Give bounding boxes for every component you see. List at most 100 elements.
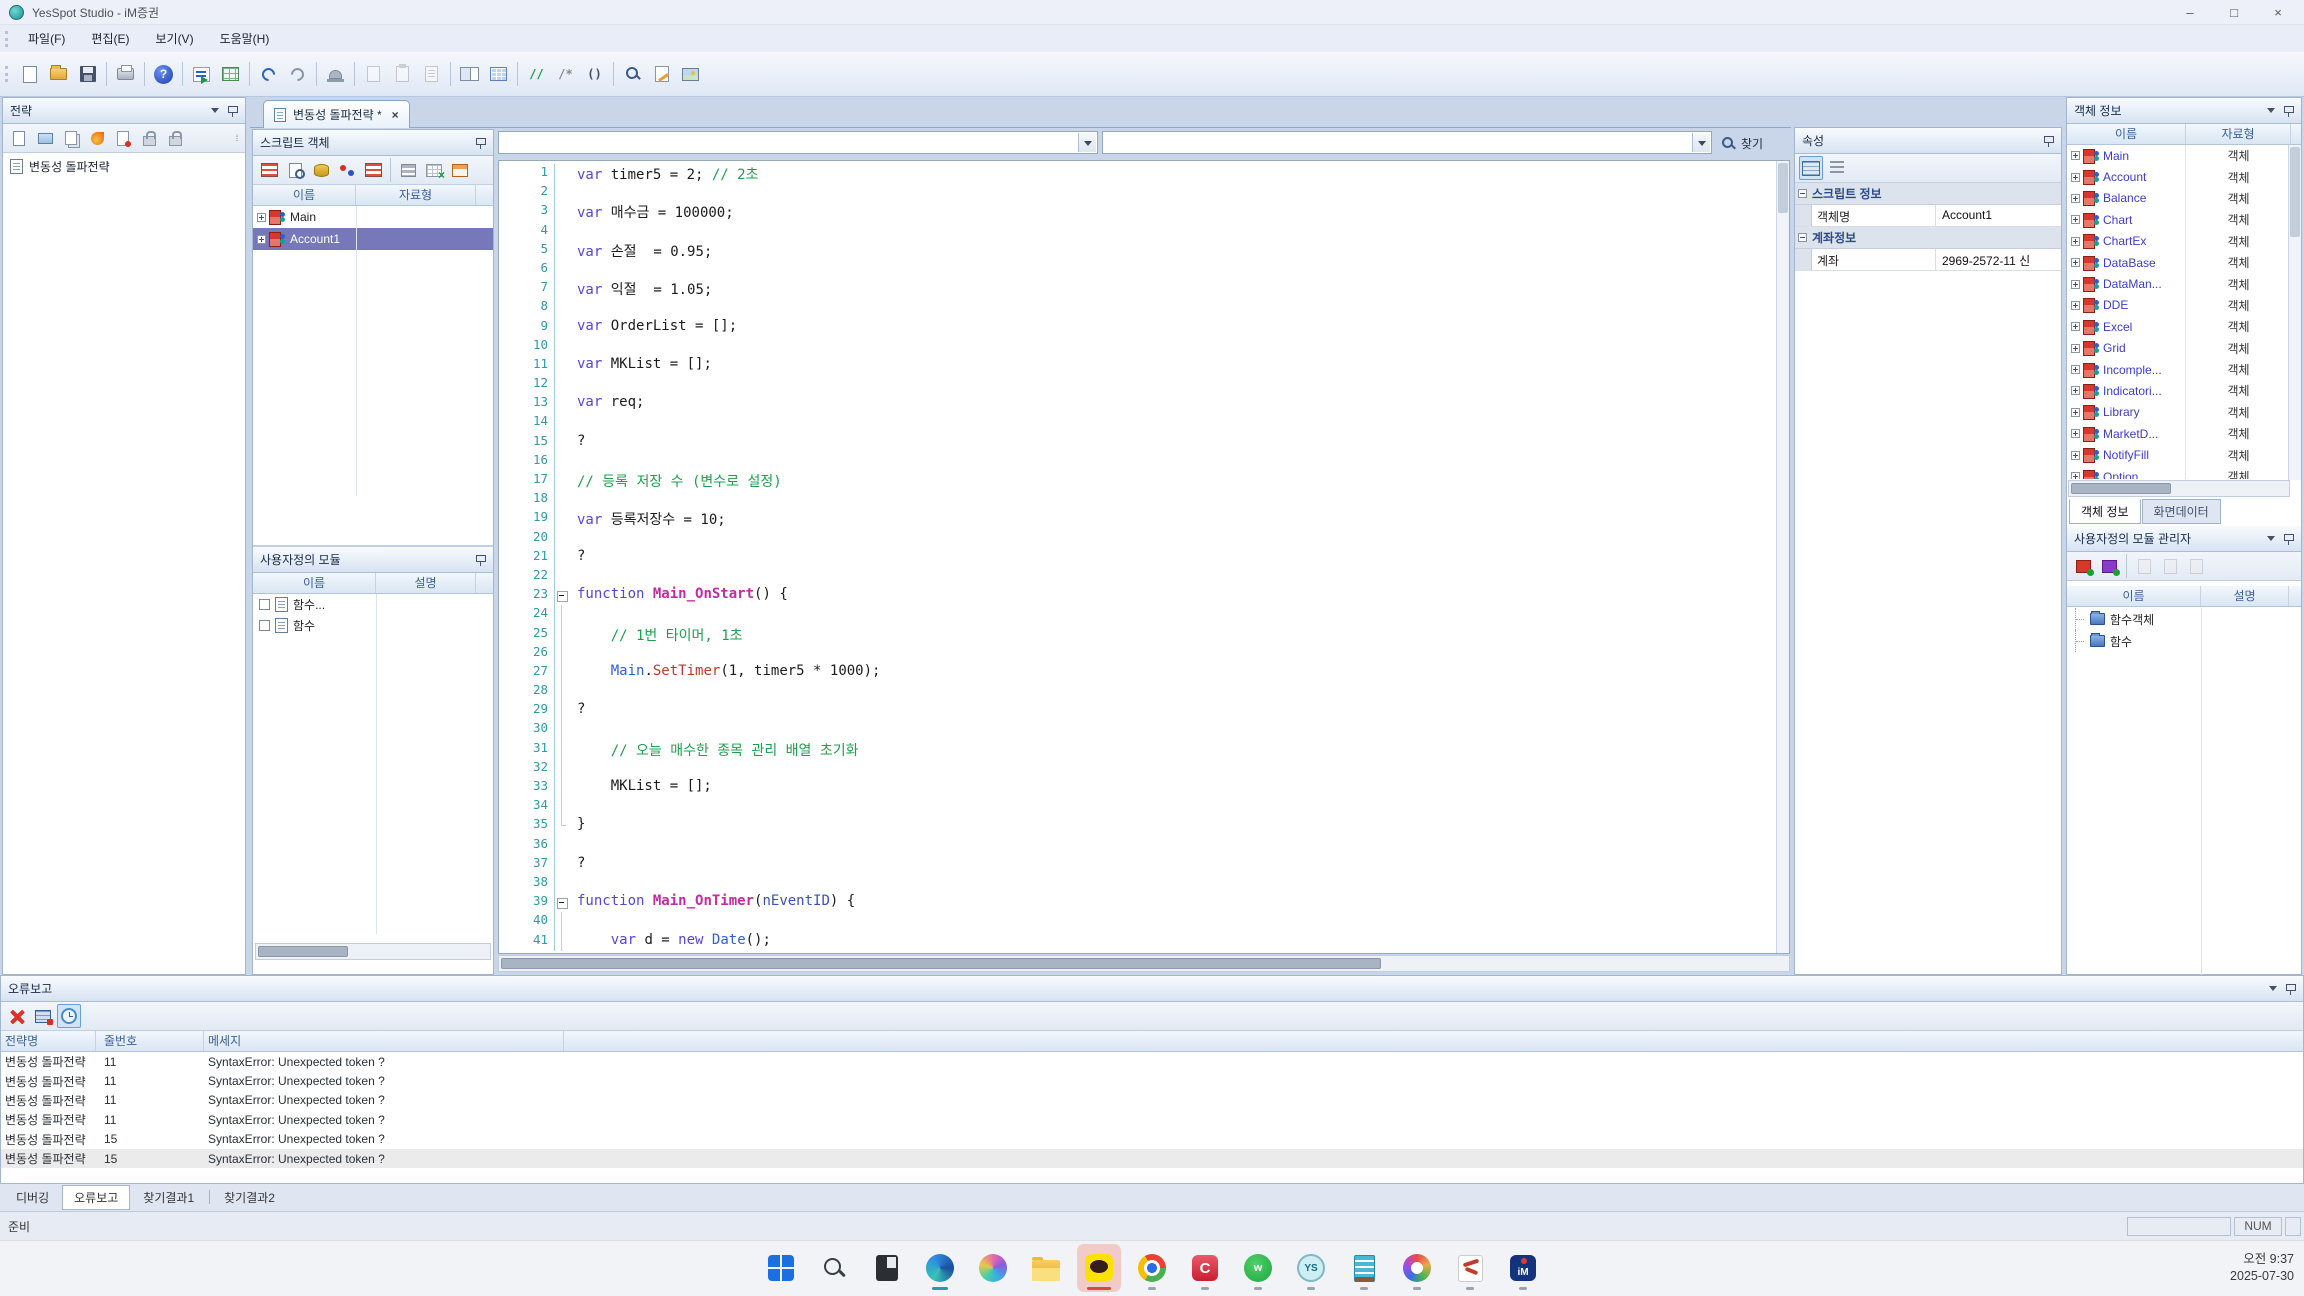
expand-icon[interactable] (2071, 472, 2080, 479)
fold-marker[interactable] (555, 778, 570, 797)
user-module-row[interactable]: 함수... (253, 594, 493, 615)
clear-errors-button[interactable] (5, 1004, 29, 1028)
object-info-row[interactable]: Option객체 (2067, 466, 2301, 479)
object-info-row[interactable]: Excel객체 (2067, 316, 2301, 337)
fold-marker[interactable] (555, 663, 570, 682)
object-info-hscrollbar[interactable] (2068, 480, 2290, 497)
bottom-tab-1[interactable]: 오류보고 (62, 1185, 130, 1210)
taskbar-task-view-button[interactable] (865, 1244, 909, 1292)
grid-view-button[interactable] (485, 61, 512, 88)
collapse-box-icon[interactable] (1798, 189, 1807, 198)
print-button[interactable] (112, 61, 139, 88)
bottom-tab-2[interactable]: 찾기결과1 (131, 1185, 206, 1210)
property-group-account-info[interactable]: 계좌정보 (1795, 227, 2061, 249)
undo-button[interactable] (255, 61, 282, 88)
collapse-icon[interactable] (211, 108, 219, 117)
alphabetical-view-button[interactable] (1825, 156, 1849, 180)
object-info-row[interactable]: NotifyFill객체 (2067, 444, 2301, 465)
collapse-icon[interactable] (2267, 108, 2275, 117)
column-header-type[interactable]: 자료형 (356, 185, 476, 205)
open-button[interactable] (45, 61, 72, 88)
pin-icon[interactable] (227, 105, 238, 117)
expand-icon[interactable] (2071, 301, 2080, 310)
fold-marker[interactable] (555, 586, 570, 605)
object-info-row[interactable]: DataBase객체 (2067, 252, 2301, 273)
maximize-button[interactable]: □ (2212, 0, 2256, 25)
find-doc-button[interactable] (283, 158, 307, 182)
property-value[interactable]: 2969-2572-11 신 (1936, 249, 2061, 270)
property-value[interactable]: Account1 (1936, 205, 2061, 226)
menu-item-0[interactable]: 파일(F) (15, 27, 78, 50)
column-header-name[interactable]: 이름 (2067, 124, 2186, 144)
pin-icon[interactable] (475, 137, 486, 149)
menu-item-2[interactable]: 보기(V) (142, 27, 206, 50)
toolbar-overflow-icon[interactable]: ⁞ (232, 134, 242, 143)
object-info-row[interactable]: Account객체 (2067, 166, 2301, 187)
column-header-name[interactable]: 이름 (253, 185, 356, 205)
bottom-tab-0[interactable]: 디버깅 (4, 1185, 61, 1210)
collapse-box-icon[interactable] (1798, 233, 1807, 242)
script-object-row[interactable]: Main (253, 206, 493, 228)
taskbar-paint-button[interactable] (1395, 1244, 1439, 1292)
taskbar-c-app-button[interactable] (1183, 1244, 1227, 1292)
menu-item-3[interactable]: 도움말(H) (207, 27, 283, 50)
expand-icon[interactable] (2071, 322, 2080, 331)
object-info-row[interactable]: Indicatori...객체 (2067, 380, 2301, 401)
pin-icon[interactable] (2283, 533, 2294, 545)
column-header-name[interactable]: 이름 (253, 573, 376, 593)
scrollbar-thumb[interactable] (501, 958, 1381, 969)
save-button[interactable] (74, 61, 101, 88)
add-function-object-button[interactable] (2071, 554, 2095, 578)
run-strategy-button[interactable] (85, 126, 109, 150)
split-view-button[interactable] (456, 61, 483, 88)
document-tab[interactable]: 변동성 돌파전략 * × (263, 100, 410, 128)
taskbar-kakaotalk-button[interactable] (1077, 1244, 1121, 1292)
minimize-button[interactable]: – (2168, 0, 2212, 25)
fold-marker[interactable] (555, 740, 570, 759)
user-module-row[interactable]: 함수 (253, 615, 493, 636)
pins-button[interactable] (335, 158, 359, 182)
expand-icon[interactable] (2071, 365, 2080, 374)
column-header-strategy[interactable]: 전략명 (1, 1031, 96, 1051)
grid-del-button[interactable] (422, 158, 446, 182)
error-row[interactable]: 변동성 돌파전략11SyntaxError: Unexpected token … (1, 1091, 2303, 1110)
taskbar-search-button[interactable] (812, 1244, 856, 1292)
chevron-down-icon[interactable] (1078, 133, 1096, 152)
object-info-vscrollbar[interactable] (2288, 145, 2301, 480)
error-row[interactable]: 변동성 돌파전략11SyntaxError: Unexpected token … (1, 1052, 2303, 1071)
taskbar-copilot-button[interactable] (971, 1244, 1015, 1292)
run-script-button[interactable] (188, 61, 215, 88)
error-row[interactable]: 변동성 돌파전략11SyntaxError: Unexpected token … (1, 1110, 2303, 1129)
lock-button[interactable] (137, 126, 161, 150)
expand-icon[interactable] (2071, 215, 2080, 224)
column-header-desc[interactable]: 설명 (376, 573, 476, 593)
error-row[interactable]: 변동성 돌파전략15SyntaxError: Unexpected token … (1, 1149, 2303, 1168)
window-button[interactable] (448, 158, 472, 182)
object-info-row[interactable]: DataMan...객체 (2067, 273, 2301, 294)
property-row-object-name[interactable]: 객체명 Account1 (1795, 205, 2061, 227)
fold-marker[interactable] (555, 816, 570, 835)
fold-marker[interactable] (555, 644, 570, 663)
redo-button[interactable] (284, 61, 311, 88)
column-header-line[interactable]: 줄번호 (96, 1031, 204, 1051)
open-strategy-button[interactable] (33, 126, 57, 150)
checkbox[interactable] (259, 620, 270, 631)
object-info-row[interactable]: Main객체 (2067, 145, 2301, 166)
find-button[interactable]: 찾기 (1722, 135, 1763, 152)
object-info-row[interactable]: ChartEx객체 (2067, 231, 2301, 252)
expand-icon[interactable] (2071, 344, 2080, 353)
scrollbar-thumb[interactable] (2071, 483, 2171, 494)
delete-strategy-button[interactable] (111, 126, 135, 150)
expand-icon[interactable] (2071, 280, 2080, 289)
script-object-row[interactable]: Account1 (253, 228, 493, 250)
pin-icon[interactable] (2043, 135, 2054, 147)
expand-icon[interactable] (2071, 237, 2080, 246)
expand-icon[interactable] (2071, 151, 2080, 160)
strategy-tree-item[interactable]: 변동성 돌파전략 (3, 153, 245, 180)
expand-icon[interactable] (2071, 429, 2080, 438)
fold-marker[interactable] (555, 720, 570, 739)
categorized-view-button[interactable] (1799, 156, 1823, 180)
object-info-row[interactable]: Grid객체 (2067, 338, 2301, 359)
expand-icon[interactable] (2071, 386, 2080, 395)
expand-icon[interactable] (2071, 451, 2080, 460)
